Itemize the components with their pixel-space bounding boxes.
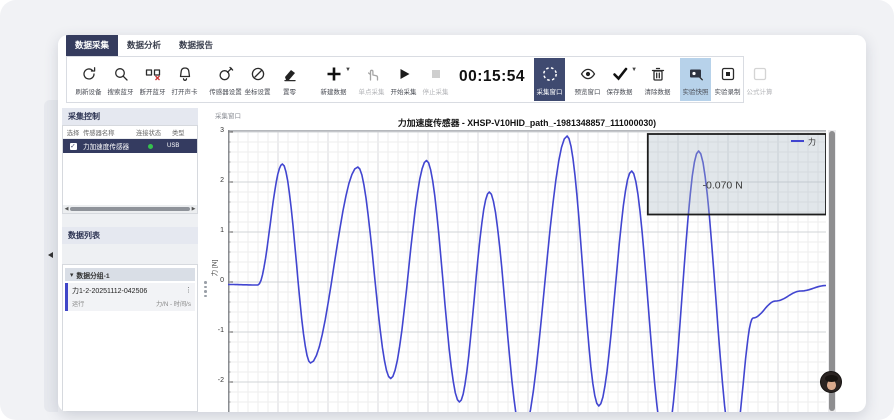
group-collapse-icon[interactable]: ▾ bbox=[70, 271, 73, 279]
svg-text:-0.070 N: -0.070 N bbox=[703, 180, 743, 192]
toolbar-experiment-snapshot-button[interactable]: 实验快照 bbox=[680, 58, 711, 101]
toolbar-sensor-settings-button[interactable]: 传感器设置 bbox=[210, 58, 241, 101]
toolbar-refresh-device-button[interactable]: 刷新设备 bbox=[73, 58, 104, 101]
plus-icon bbox=[326, 65, 342, 84]
y-tick-label: 1 bbox=[202, 227, 224, 234]
horizontal-scrollbar[interactable]: ◀ ▶ bbox=[63, 205, 197, 213]
toolbar-new-data-button[interactable]: ▼新建数据 bbox=[318, 58, 349, 101]
data-item-title: 力1-2-20251112-042506 bbox=[72, 286, 191, 296]
app-window: 数据采集 数据分析 数据报告 刷新设备 搜索蓝牙 断开蓝牙 打开声卡 传感器设置… bbox=[58, 35, 866, 412]
data-list-item[interactable]: 力1-2-20251112-042506 ⋮ 运行 力/N - 时间/s bbox=[65, 283, 195, 311]
dropdown-caret-icon[interactable]: ▼ bbox=[345, 67, 351, 73]
formula-icon bbox=[752, 65, 768, 84]
item-menu-icon[interactable]: ⋮ bbox=[185, 286, 192, 294]
waveform-plot[interactable]: -0.070 N 力 bbox=[228, 130, 826, 412]
y-tick-label: -1 bbox=[202, 327, 224, 334]
timer-display: 00:15:54 bbox=[459, 68, 525, 86]
chart-title: 力加速度传感器 - XHSP-V10HID_path_-1981348857_1… bbox=[228, 116, 826, 129]
y-tick-label: -2 bbox=[202, 377, 224, 384]
stop-icon bbox=[428, 65, 444, 84]
data-item-axes: 力/N - 时间/s bbox=[156, 299, 191, 308]
assistant-avatar-button[interactable] bbox=[820, 371, 842, 393]
toolbar-open-soundcard-button[interactable]: 打开声卡 bbox=[169, 58, 200, 101]
search-icon bbox=[113, 65, 129, 84]
tab-data-report[interactable]: 数据报告 bbox=[170, 35, 222, 56]
toolbar-search-bluetooth-button[interactable]: 搜索蓝牙 bbox=[105, 58, 136, 101]
scrollbar-thumb[interactable] bbox=[70, 207, 190, 211]
sensor-type: USB bbox=[167, 143, 179, 149]
vertical-scrollbar-thumb[interactable] bbox=[829, 131, 835, 411]
control-panel-header: 采集控制 bbox=[62, 108, 198, 125]
toolbar-clear-data-button[interactable]: 清除数据 bbox=[642, 58, 673, 101]
sensor-table-header: 选择 传感器名称 连接状态 类型 bbox=[63, 126, 197, 139]
svg-text:力: 力 bbox=[808, 137, 816, 147]
toolbar-single-point-collect-button[interactable]: 单点采集 bbox=[356, 58, 387, 101]
dial-icon bbox=[250, 65, 266, 84]
trash-icon bbox=[650, 65, 666, 84]
sensor-icon bbox=[218, 65, 234, 84]
sensor-checkbox[interactable]: ✓ bbox=[70, 143, 77, 150]
data-group-row[interactable]: ▾ 数据分组-1 bbox=[65, 268, 195, 281]
toolbar-coordinate-settings-button[interactable]: 坐标设置 bbox=[242, 58, 273, 101]
bell-icon bbox=[177, 65, 193, 84]
main-toolbar: 刷新设备 搜索蓝牙 断开蓝牙 打开声卡 传感器设置 坐标设置 置零 ▼新建数据 … bbox=[66, 56, 744, 103]
data-item-status: 运行 bbox=[72, 299, 84, 308]
y-axis-label: 力 [N] bbox=[208, 260, 218, 277]
eye-icon bbox=[580, 65, 596, 84]
avatar-hair-icon bbox=[825, 375, 838, 382]
snapshot-icon bbox=[688, 65, 704, 84]
data-list: ▾ 数据分组-1 力1-2-20251112-042506 ⋮ 运行 力/N -… bbox=[62, 264, 198, 412]
record-icon bbox=[720, 65, 736, 84]
toolbar-start-collect-button[interactable]: 开始采集 bbox=[388, 58, 419, 101]
connection-status-dot bbox=[148, 144, 153, 149]
bluetooth-off-icon bbox=[145, 65, 161, 84]
toolbar-disconnect-bluetooth-button[interactable]: 断开蓝牙 bbox=[137, 58, 168, 101]
sensor-row[interactable]: ✓ 力加速度传感器 USB bbox=[63, 139, 197, 153]
scroll-right-arrow-icon[interactable]: ▶ bbox=[190, 206, 197, 212]
dropdown-caret-icon[interactable]: ▼ bbox=[631, 67, 637, 73]
scroll-left-arrow-icon[interactable]: ◀ bbox=[63, 206, 70, 212]
toolbar-experiment-record-button[interactable]: 实验录制 bbox=[712, 58, 743, 101]
collapse-arrow-icon bbox=[48, 252, 53, 258]
tab-data-collect[interactable]: 数据采集 bbox=[66, 35, 118, 56]
waveform-svg: -0.070 N 力 bbox=[228, 130, 826, 412]
toolbar-formula-calc-button[interactable]: 公式计算 bbox=[744, 58, 775, 101]
y-tick-label: 2 bbox=[202, 177, 224, 184]
eraser-icon bbox=[282, 65, 298, 84]
app-background: 数据采集 数据分析 数据报告 刷新设备 搜索蓝牙 断开蓝牙 打开声卡 传感器设置… bbox=[0, 0, 894, 420]
check-icon bbox=[612, 65, 628, 84]
toolbar-stop-collect-button[interactable]: 停止采集 bbox=[420, 58, 451, 101]
y-tick-label: 0 bbox=[202, 277, 224, 284]
chart-vertical-scrollbar[interactable] bbox=[828, 130, 836, 412]
main-tabbar: 数据采集 数据分析 数据报告 bbox=[58, 35, 866, 56]
sensor-name: 力加速度传感器 bbox=[83, 141, 136, 151]
hand-icon bbox=[364, 65, 380, 84]
left-panel: 采集控制 选择 传感器名称 连接状态 类型 ✓ 力加速度传感器 USB ◀ bbox=[62, 108, 198, 412]
sidebar-collapse-strip[interactable] bbox=[44, 100, 58, 412]
tab-data-analysis[interactable]: 数据分析 bbox=[118, 35, 170, 56]
refresh-icon bbox=[81, 65, 97, 84]
y-tick-label: 3 bbox=[202, 127, 224, 134]
toolbar-save-data-button[interactable]: ▼保存数据 bbox=[604, 58, 635, 101]
toolbar-zero-button[interactable]: 置零 bbox=[274, 58, 305, 101]
sensor-table: 选择 传感器名称 连接状态 类型 ✓ 力加速度传感器 USB ◀ ▶ bbox=[62, 125, 198, 214]
toolbar-preview-window-button[interactable]: 预览窗口 bbox=[572, 58, 603, 101]
play-icon bbox=[396, 65, 412, 84]
toolbar-collect-window-button[interactable]: 采集窗口 bbox=[534, 58, 565, 101]
dashed-circle-icon bbox=[542, 65, 558, 84]
data-list-header: 数据列表 bbox=[62, 227, 198, 244]
